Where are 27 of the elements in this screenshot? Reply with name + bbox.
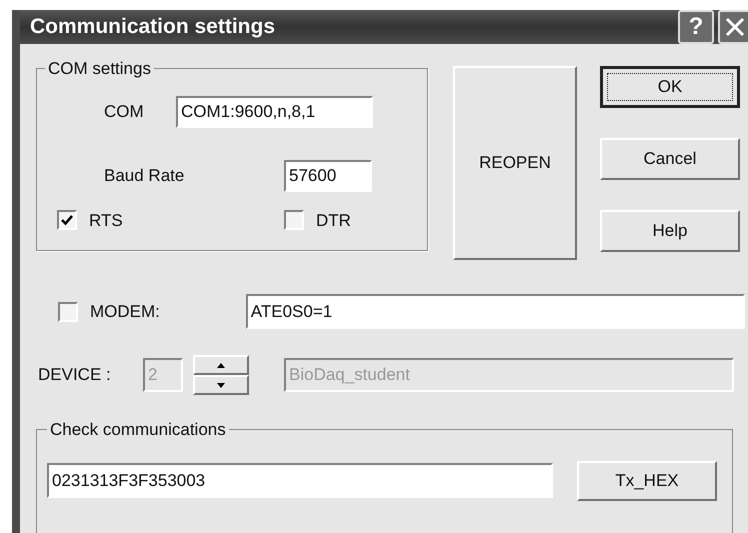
dialog-button[interactable]: Cancel bbox=[600, 138, 740, 180]
hex-field[interactable]: 0231313F3F353003 bbox=[47, 463, 553, 498]
help-button[interactable]: ? bbox=[678, 10, 714, 44]
close-icon bbox=[725, 17, 745, 37]
up-arrow-icon bbox=[217, 362, 225, 368]
close-button[interactable] bbox=[718, 10, 748, 44]
modem-label: MODEM: bbox=[90, 300, 160, 323]
checkbox[interactable] bbox=[58, 302, 78, 322]
modem-field[interactable]: ATE0S0=1 bbox=[246, 294, 745, 329]
com-field[interactable]: COM1:9600,n,8,1 bbox=[176, 96, 373, 128]
checkbox[interactable] bbox=[57, 210, 77, 230]
tx-hex-button[interactable]: Tx_HEX bbox=[577, 460, 717, 500]
reopen-button[interactable]: REOPEN bbox=[453, 66, 577, 260]
group-title: Check communications bbox=[49, 419, 227, 441]
device-label: DEVICE : bbox=[38, 364, 112, 386]
down-arrow-icon bbox=[217, 382, 225, 388]
baud-rate-label: Baud Rate bbox=[104, 164, 186, 187]
group-title: COM settings bbox=[47, 58, 152, 80]
checkbox-label: RTS bbox=[89, 210, 123, 232]
dialog-button[interactable]: OK bbox=[600, 66, 740, 108]
window-title: Communication settings bbox=[30, 14, 276, 40]
check-icon bbox=[61, 214, 73, 226]
dialog-button[interactable]: Help bbox=[600, 210, 740, 252]
checkbox[interactable] bbox=[284, 210, 304, 230]
checkbox-label: DTR bbox=[316, 210, 351, 232]
com-label: COM bbox=[104, 100, 145, 123]
baud-rate-field[interactable]: 57600 bbox=[284, 160, 372, 192]
